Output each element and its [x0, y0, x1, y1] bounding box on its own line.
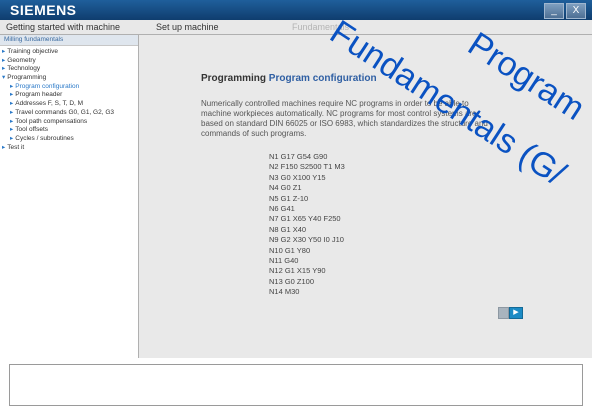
bullet-icon: ▾ — [2, 74, 6, 82]
sidebar-item-label: Cycles / subroutines — [15, 134, 74, 142]
bullet-icon: ▸ — [10, 108, 14, 116]
next-button[interactable]: ▶ — [509, 307, 523, 319]
sidebar-navigation: Milling fundamentals ▸ Training objective… — [0, 35, 139, 358]
siemens-logo: SIEMENS — [10, 2, 77, 18]
code-line: N4 G0 Z1 — [269, 183, 302, 193]
sidebar-item-label: Tool path compensations — [15, 117, 88, 125]
tab-set-up-machine[interactable]: Set up machine — [156, 22, 219, 32]
sidebar-item-label: Test it — [7, 143, 25, 151]
sidebar-item-travel-commands[interactable]: ▸ Travel commands G0, G1, G2, G3 — [0, 109, 138, 118]
bullet-icon: ▸ — [10, 117, 14, 125]
sidebar-item-label: Program configuration — [15, 82, 80, 90]
bullet-icon: ▸ — [2, 65, 6, 73]
tab-fundamentals[interactable]: Fundamentals — [292, 22, 349, 32]
sidebar-item-label: Technology — [7, 65, 41, 73]
minimize-button[interactable]: _ — [544, 3, 564, 19]
intro-paragraph: Numerically controlled machines require … — [201, 99, 488, 138]
page-title: Programming Program configuration — [201, 73, 377, 84]
nc-program-listing: N1 G17 G54 G90 N2 F150 S2500 T1 M3 N3 G0… — [269, 152, 345, 298]
sidebar-header: Milling fundamentals — [0, 35, 138, 46]
sidebar-item-label: Travel commands G0, G1, G2, G3 — [15, 108, 115, 116]
previous-button[interactable] — [498, 307, 509, 319]
sidebar-item-label: Geometry — [7, 56, 36, 64]
sidebar-item-tool-offsets[interactable]: ▸ Tool offsets — [0, 126, 138, 135]
sidebar-item-addresses[interactable]: ▸ Addresses F, S, T, D, M — [0, 100, 138, 109]
title-bar: SIEMENS _ X — [0, 0, 592, 20]
code-line: N13 G0 Z100 — [269, 276, 315, 286]
code-line: N2 F150 S2500 T1 M3 — [269, 162, 345, 172]
sidebar-item-label: Program header — [15, 91, 63, 99]
page-title-accent: Program configuration — [268, 73, 377, 84]
sidebar-item-training-objective[interactable]: ▸ Training objective — [0, 48, 138, 57]
code-line: N8 G1 X40 — [269, 224, 307, 234]
bullet-icon: ▸ — [2, 143, 6, 151]
close-button[interactable]: X — [566, 3, 586, 19]
sidebar-item-tool-path-compensations[interactable]: ▸ Tool path compensations — [0, 118, 138, 127]
code-line: N5 G1 Z-10 — [269, 193, 309, 203]
sidebar-item-test-it[interactable]: ▸ Test it — [0, 144, 138, 153]
sidebar-item-label: Training objective — [7, 48, 58, 55]
code-line: N9 G2 X30 Y50 I0 J10 — [269, 235, 344, 245]
tab-getting-started[interactable]: Getting started with machine — [6, 22, 120, 32]
sidebar-item-geometry[interactable]: ▸ Geometry — [0, 57, 138, 66]
code-line: N7 G1 X65 Y40 F250 — [269, 214, 341, 224]
bullet-icon: ▸ — [2, 48, 6, 55]
sidebar-item-program-configuration[interactable]: ▸ Program configuration — [0, 83, 138, 92]
sidebar-item-technology[interactable]: ▸ Technology — [0, 65, 138, 74]
message-area — [9, 364, 583, 406]
bullet-icon: ▸ — [10, 91, 14, 99]
bullet-icon: ▸ — [10, 82, 14, 90]
page-title-prefix: Programming — [201, 73, 267, 84]
play-icon: ▶ — [513, 309, 519, 316]
code-line: N10 G1 Y80 — [269, 245, 311, 255]
sidebar-item-label: Tool offsets — [15, 126, 49, 134]
bullet-icon: ▸ — [10, 134, 14, 142]
content-panel: Programming Program configuration Numeri… — [139, 35, 592, 358]
sidebar-item-cycles-subroutines[interactable]: ▸ Cycles / subroutines — [0, 135, 138, 144]
top-navigation: Getting started with machine Set up mach… — [0, 20, 592, 35]
sidebar-list: ▸ Training objective ▸ Geometry ▸ Technolog… — [0, 46, 138, 152]
sidebar-item-program-header[interactable]: ▸ Program header — [0, 91, 138, 100]
sidebar-item-programming[interactable]: ▾ Programming — [0, 74, 138, 83]
code-line: N6 G41 — [269, 204, 295, 214]
bullet-icon: ▸ — [10, 126, 14, 134]
code-line: N14 M30 — [269, 287, 300, 297]
sidebar-item-label: Programming — [7, 74, 47, 82]
code-line: N3 G0 X100 Y15 — [269, 172, 326, 182]
code-line: N12 G1 X15 Y90 — [269, 266, 326, 276]
bullet-icon: ▸ — [10, 100, 14, 108]
bullet-icon: ▸ — [2, 56, 6, 64]
code-line: N11 G40 — [269, 256, 299, 266]
code-line: N1 G17 G54 G90 — [269, 152, 328, 161]
sidebar-item-label: Addresses F, S, T, D, M — [15, 100, 84, 108]
